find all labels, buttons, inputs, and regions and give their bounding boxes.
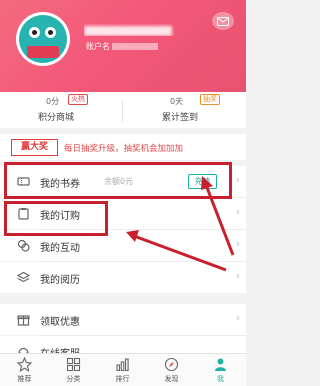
bottom-tab-bar: 推荐 分类 排行 发现 我 [0, 353, 246, 386]
bar-chart-icon [116, 358, 129, 372]
tab-label: 分类 [66, 375, 81, 383]
annotation-arrows [126, 176, 235, 272]
tab-category[interactable]: 分类 [49, 354, 98, 386]
tab-label: 我 [217, 375, 224, 383]
star-icon [17, 357, 32, 372]
compass-icon [164, 357, 179, 372]
tab-me[interactable]: 我 [196, 354, 245, 386]
grid-icon [66, 357, 81, 372]
tab-label: 发现 [164, 375, 179, 383]
arrow-line [133, 234, 227, 272]
arrow-line [204, 184, 235, 256]
tab-recommend[interactable]: 推荐 [0, 354, 49, 386]
tab-ranking[interactable]: 排行 [98, 354, 147, 386]
person-icon [215, 358, 226, 371]
tab-discover[interactable]: 发现 [147, 354, 196, 386]
tab-label: 排行 [115, 375, 130, 383]
tab-label: 推荐 [17, 375, 32, 383]
arrow-head [201, 176, 213, 190]
